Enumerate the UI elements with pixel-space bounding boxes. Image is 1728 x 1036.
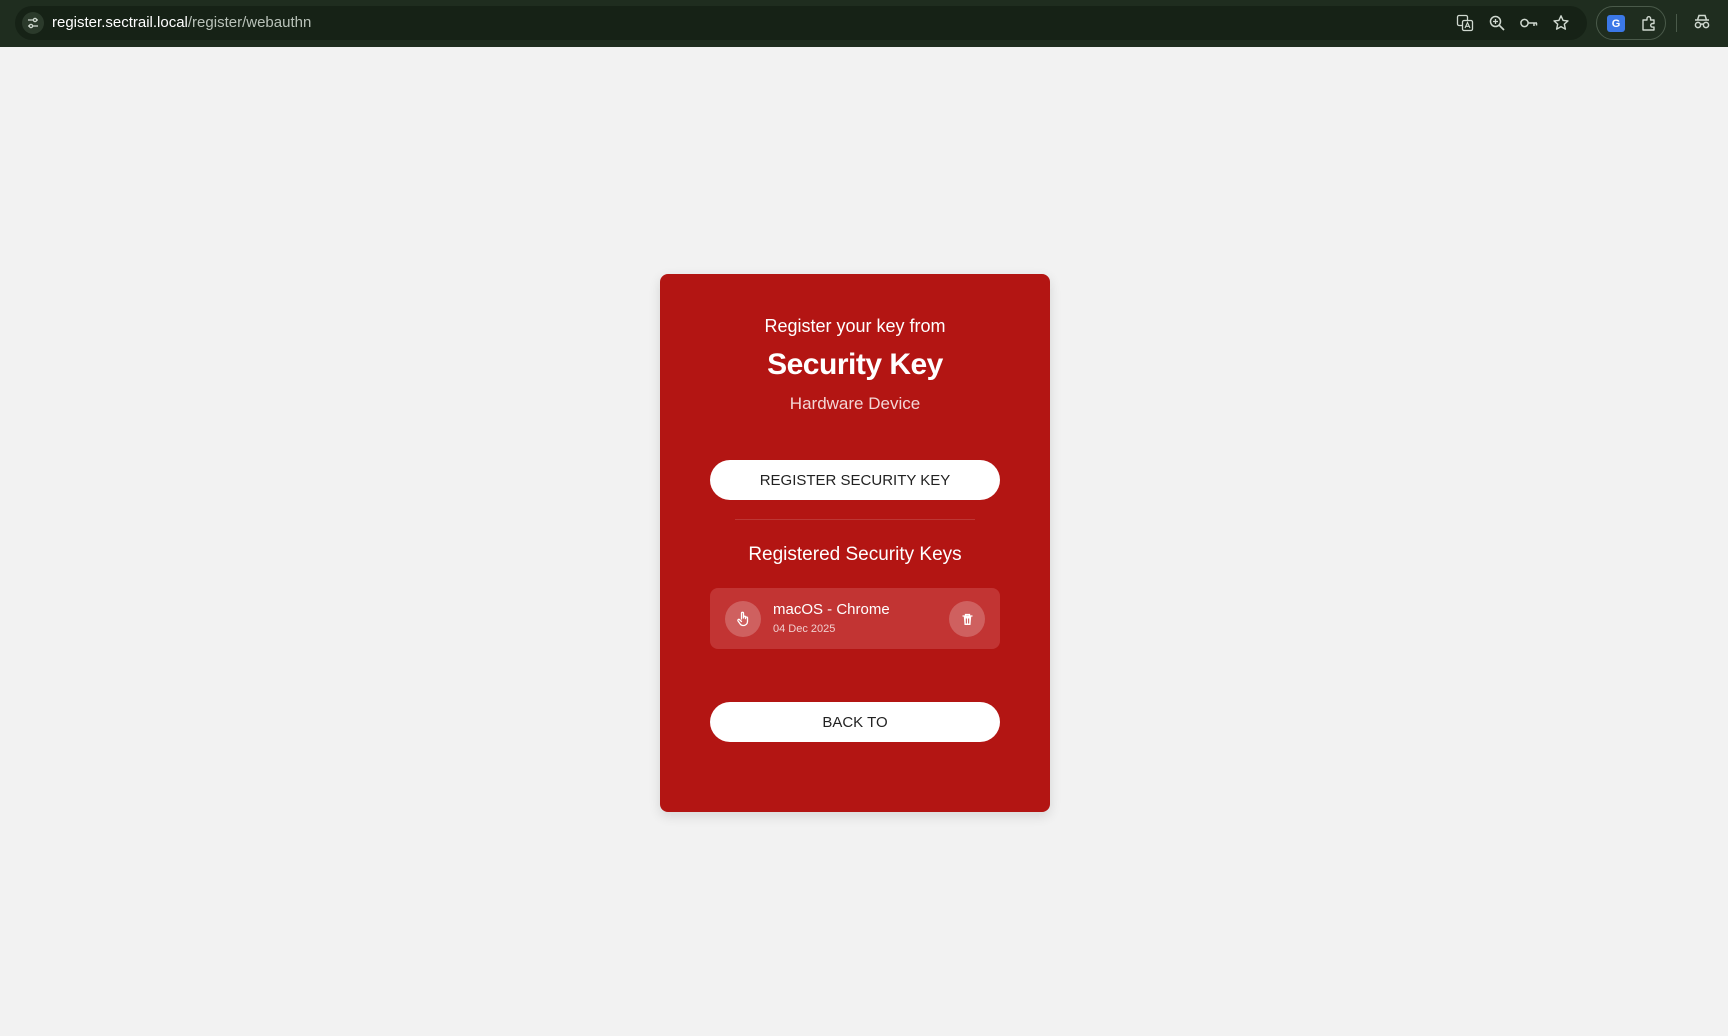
webauthn-register-card: Register your key from Security Key Hard…	[660, 274, 1050, 812]
password-key-icon[interactable]	[1519, 13, 1539, 33]
card-eyebrow: Register your key from	[764, 316, 946, 336]
url-host: register.sectrail.local	[52, 14, 188, 31]
registered-key-item: macOS - Chrome 04 Dec 2025	[710, 588, 1000, 649]
register-security-key-button[interactable]: REGISTER SECURITY KEY	[710, 460, 1000, 500]
toolbar-separator	[1676, 14, 1677, 32]
section-divider	[735, 519, 975, 520]
pointer-hand-icon	[725, 601, 761, 637]
address-bar[interactable]: register.sectrail.local/register/webauth…	[15, 6, 1587, 40]
bookmark-star-icon[interactable]	[1551, 13, 1571, 33]
delete-key-button[interactable]	[949, 601, 985, 637]
back-button[interactable]: BACK TO	[710, 702, 1000, 742]
registered-keys-heading: Registered Security Keys	[748, 544, 962, 565]
incognito-icon[interactable]	[1692, 12, 1712, 37]
url-path: /register/webauthn	[187, 14, 312, 31]
translate-icon[interactable]	[1455, 13, 1475, 33]
page-title: Security Key	[767, 348, 943, 381]
key-date: 04 Dec 2025	[773, 623, 836, 635]
extensions-puzzle-icon[interactable]	[1639, 14, 1659, 39]
zoom-icon[interactable]	[1487, 13, 1507, 33]
extensions-area: G	[1596, 6, 1666, 40]
key-name: macOS - Chrome	[773, 601, 890, 618]
card-subtitle: Hardware Device	[789, 394, 921, 413]
google-translate-extension-icon[interactable]: G	[1607, 15, 1625, 32]
site-info-icon[interactable]	[22, 12, 44, 34]
url-text: register.sectrail.local/register/webauth…	[52, 14, 311, 31]
omnibox-actions	[1455, 13, 1571, 33]
trash-icon	[962, 613, 972, 625]
browser-toolbar: register.sectrail.local/register/webauth…	[0, 0, 1728, 47]
